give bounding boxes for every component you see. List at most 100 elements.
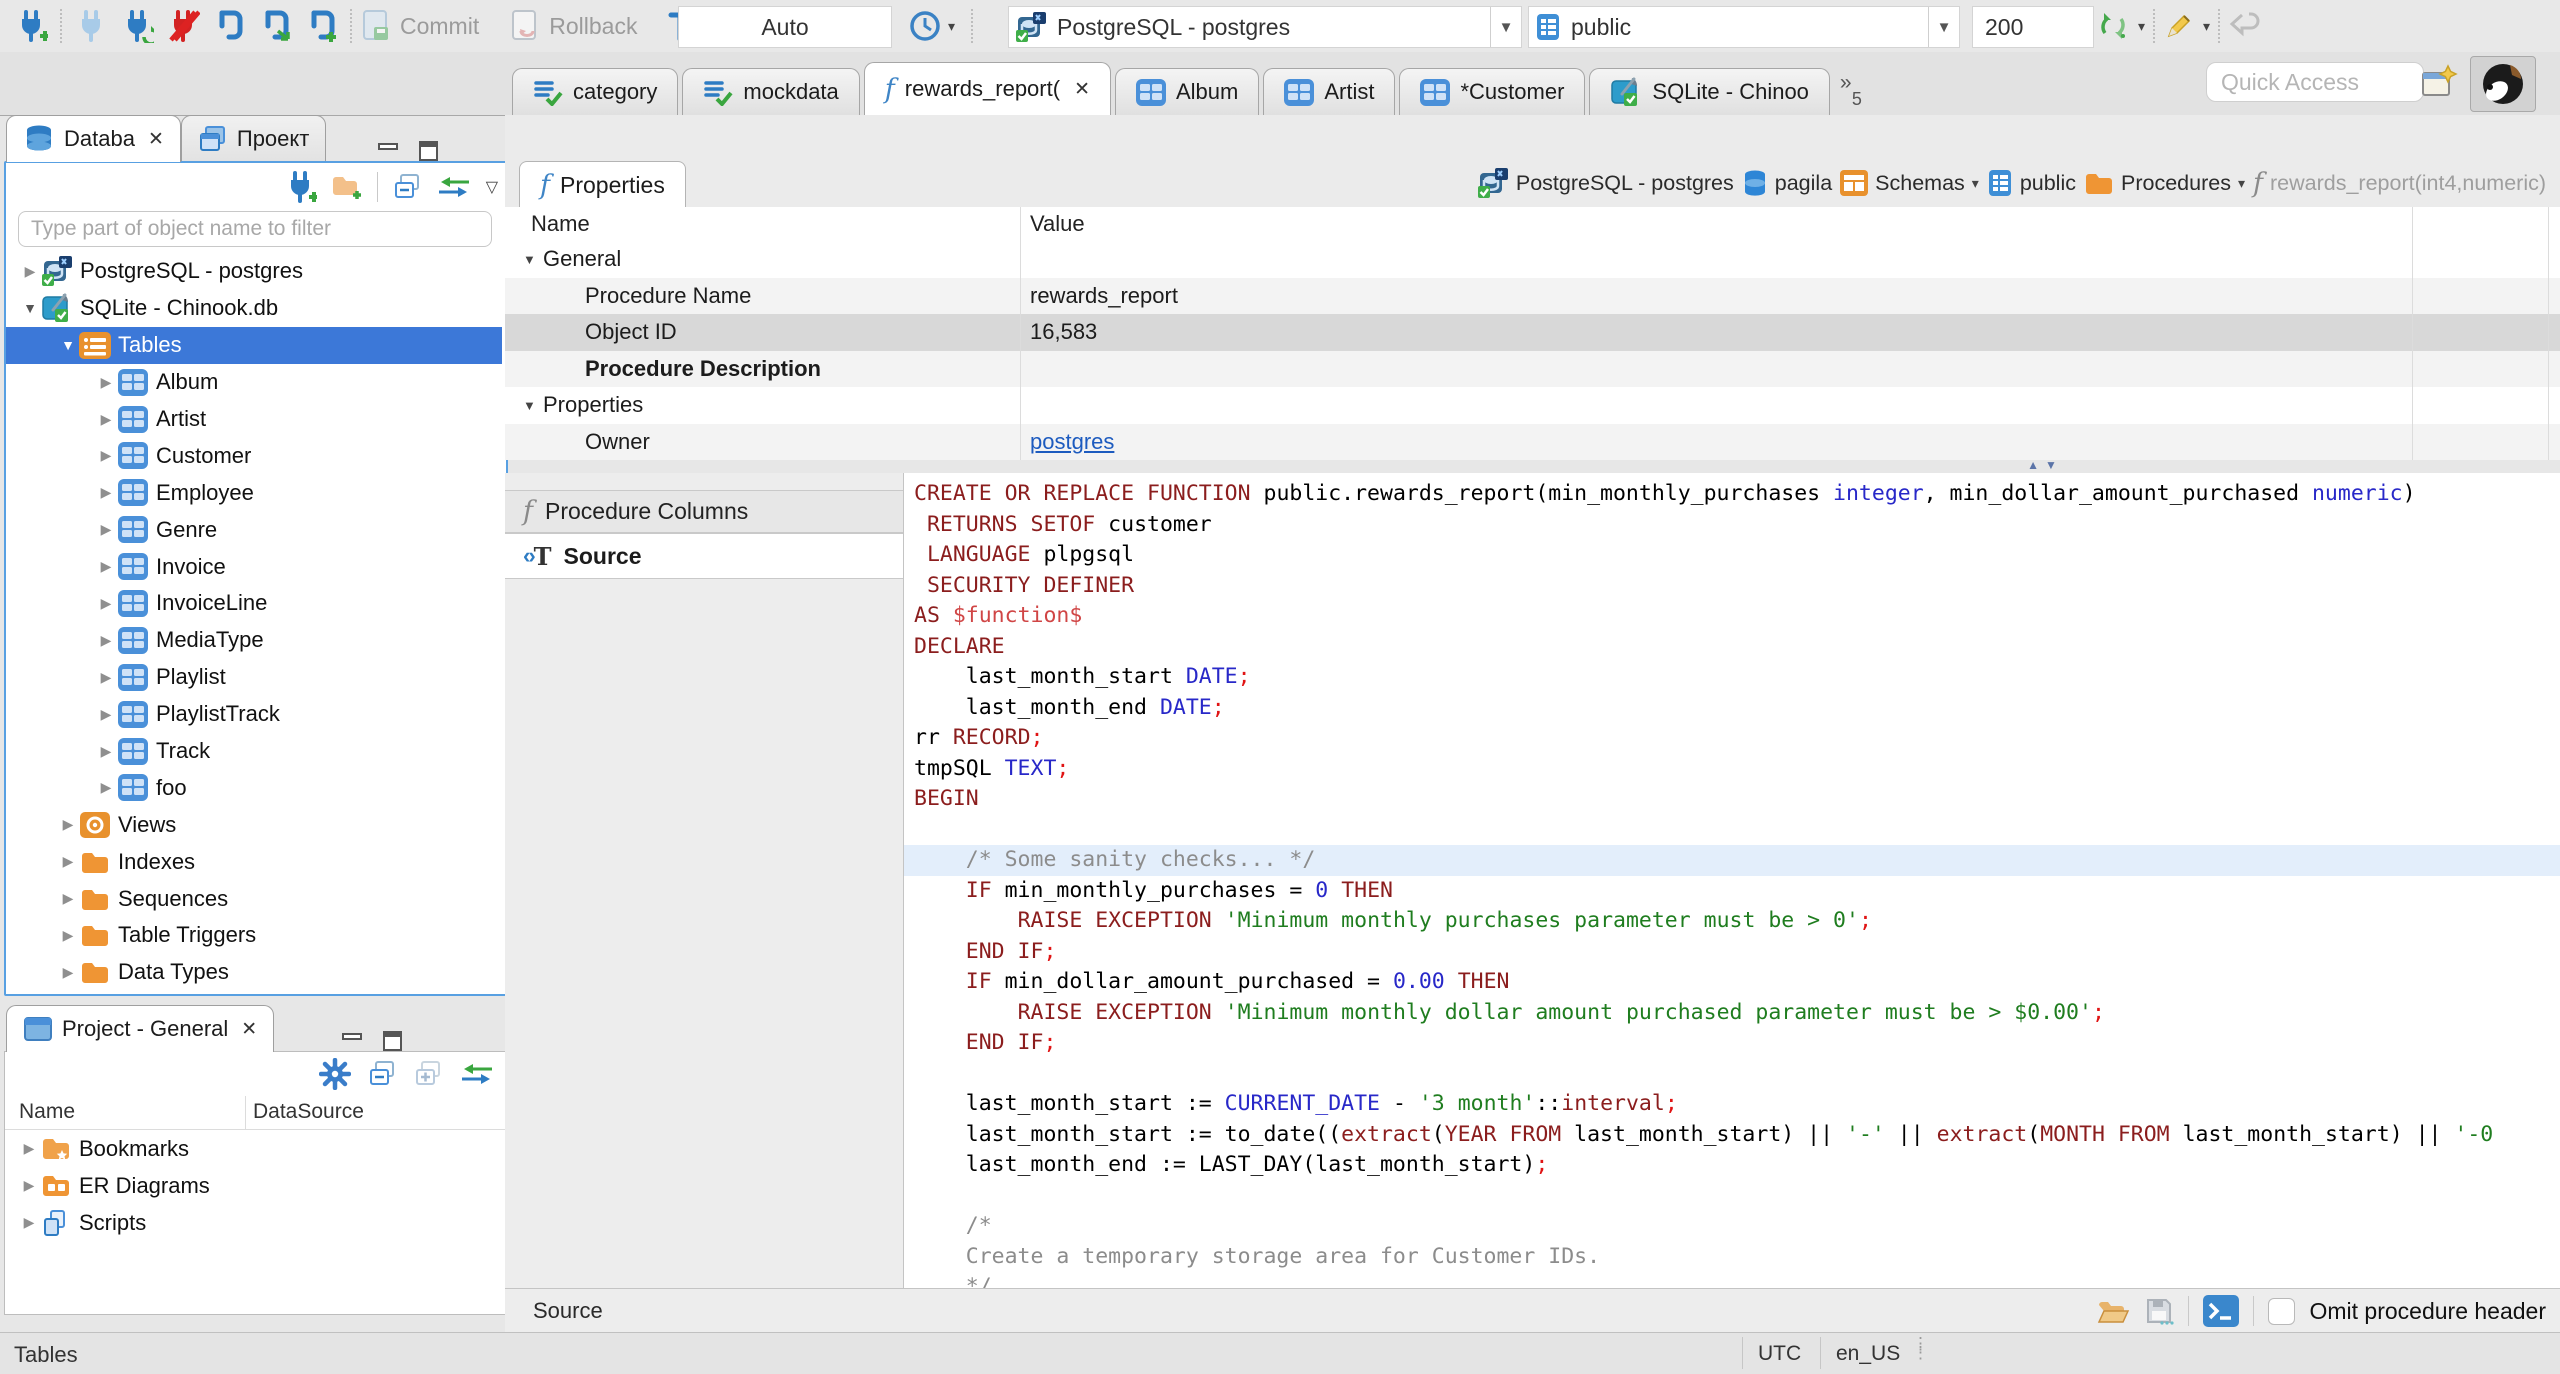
editor-tab-mockdata[interactable]: mockdata [682, 68, 860, 115]
tree-item-playlisttrack[interactable]: ▶ PlaylistTrack [6, 696, 502, 733]
maximize-icon[interactable] [416, 140, 442, 162]
autocommit-combo[interactable]: Auto [678, 6, 892, 48]
tab-properties[interactable]: f Properties [519, 161, 686, 208]
new-sql-editor-icon[interactable] [258, 9, 292, 43]
edit-mode-icon[interactable] [2163, 10, 2195, 42]
transaction-history-icon[interactable] [908, 9, 942, 43]
reconnect-icon[interactable] [120, 9, 154, 43]
schema-dropdown-icon[interactable]: ▼ [1928, 7, 1959, 47]
expand-arrow-icon[interactable]: ▶ [96, 743, 116, 760]
collapse-all-icon[interactable] [367, 1059, 397, 1089]
history-dropdown-icon[interactable]: ▾ [948, 18, 955, 35]
auto-refresh-icon[interactable] [2096, 9, 2130, 43]
fetch-size-input[interactable]: 200 [1972, 6, 2094, 48]
sash-collapse-icon[interactable]: ▲▼ [2015, 458, 2075, 474]
open-sql-console-icon[interactable] [304, 9, 338, 43]
expand-arrow-icon[interactable]: ▶ [96, 484, 116, 501]
connection-dropdown-icon[interactable]: ▼ [1490, 7, 1521, 47]
tree-item-indexes[interactable]: ▶ Indexes [6, 843, 502, 880]
property-row-object-id[interactable]: Object ID 16,583 [505, 314, 2560, 351]
chevron-down-icon[interactable]: ▾ [2238, 175, 2245, 192]
expand-arrow-icon[interactable]: ▶ [96, 595, 116, 612]
omit-procedure-header-checkbox[interactable] [2268, 1297, 2296, 1325]
tree-item-views[interactable]: ▶ Views [6, 806, 502, 843]
grid-column-divider[interactable] [1020, 207, 1021, 460]
breadcrumb-postgresql---postgres[interactable]: PostgreSQL - postgres [1477, 167, 1734, 199]
expand-arrow-icon[interactable]: ▶ [96, 447, 116, 464]
tree-item-foo[interactable]: ▶ foo [6, 769, 502, 806]
expand-arrow-icon[interactable]: ▶ [58, 964, 78, 981]
connection-combo[interactable]: PostgreSQL - postgres ▼ [1008, 6, 1522, 48]
schema-combo[interactable]: public ▼ [1528, 6, 1960, 48]
minimize-icon[interactable] [376, 140, 402, 162]
sql-editor-icon[interactable] [212, 9, 246, 43]
tree-item-artist[interactable]: ▶ Artist [6, 401, 502, 438]
connect-icon[interactable] [74, 9, 108, 43]
expand-arrow-icon[interactable]: ▶ [96, 779, 116, 796]
tree-item-invoiceline[interactable]: ▶ InvoiceLine [6, 585, 502, 622]
editor-tab-category[interactable]: category [512, 68, 679, 115]
property-value[interactable]: postgres [1030, 429, 1114, 455]
column-datasource[interactable]: DataSource [253, 1100, 364, 1124]
edit-dropdown-icon[interactable]: ▾ [2203, 18, 2210, 35]
project-item-scripts[interactable]: ▶ Scripts [5, 1204, 505, 1241]
tree-item-tables[interactable]: ▼ Tables [6, 326, 502, 364]
tree-item-table-triggers[interactable]: ▶ Table Triggers [6, 917, 502, 954]
new-connection-icon[interactable] [283, 170, 317, 204]
expand-arrow-icon[interactable]: ▶ [96, 558, 116, 575]
property-row-general[interactable]: ▼ General [505, 241, 2560, 278]
refresh-dropdown-icon[interactable]: ▾ [2138, 18, 2145, 35]
source-code-editor[interactable]: CREATE OR REPLACE FUNCTION public.reward… [904, 473, 2560, 1288]
quick-access-input[interactable] [2206, 62, 2424, 102]
expand-arrow-icon[interactable]: ▶ [96, 374, 116, 391]
navigate-back-icon[interactable] [2228, 11, 2262, 41]
editor-tab-customer[interactable]: *Customer [1399, 68, 1586, 115]
close-icon[interactable]: ✕ [148, 128, 164, 151]
expand-arrow-icon[interactable]: ▶ [58, 816, 78, 833]
subtab-procedure-columns[interactable]: f Procedure Columns [505, 490, 903, 533]
tree-item-sequences[interactable]: ▶ Sequences [6, 880, 502, 917]
column-divider[interactable] [245, 1096, 246, 1129]
editor-tab-rewardsreport[interactable]: f rewards_report(✕ [863, 62, 1111, 115]
tree-item-data-types[interactable]: ▶ Data Types [6, 954, 502, 989]
tree-item-genre[interactable]: ▶ Genre [6, 511, 502, 548]
expand-arrow-icon[interactable]: ▶ [58, 890, 78, 907]
commit-button[interactable]: Commit [400, 13, 479, 40]
property-row-procedure-name[interactable]: Procedure Name rewards_report [505, 277, 2560, 314]
grid-col-name[interactable]: Name [531, 211, 590, 237]
link-with-editor-icon[interactable] [459, 1061, 495, 1087]
collapse-arrow-icon[interactable]: ▼ [58, 337, 78, 353]
tree-item-sqlite---chinook-db[interactable]: ▼ SQLite - Chinook.db [6, 290, 502, 327]
property-row-procedure-description[interactable]: Procedure Description [505, 350, 2560, 387]
maximize-icon[interactable] [380, 1030, 406, 1052]
rollback-button[interactable]: Rollback [549, 13, 637, 40]
tree-item-album[interactable]: ▶ Album [6, 364, 502, 401]
disconnect-icon[interactable] [166, 9, 200, 43]
minimize-icon[interactable] [340, 1030, 366, 1052]
project-item-er-diagrams[interactable]: ▶ ER Diagrams [5, 1167, 505, 1204]
status-timezone[interactable]: UTC [1758, 1342, 1801, 1366]
expand-arrow-icon[interactable]: ▶ [19, 1214, 39, 1231]
tree-item-customer[interactable]: ▶ Customer [6, 437, 502, 474]
tree-item-postgresql---postgres[interactable]: ▶ PostgreSQL - postgres [6, 253, 502, 290]
load-from-file-icon[interactable] [2096, 1297, 2130, 1325]
collapse-all-icon[interactable] [392, 172, 422, 202]
expand-arrow-icon[interactable]: ▶ [96, 632, 116, 649]
collapse-arrow-icon[interactable]: ▼ [523, 252, 536, 267]
save-to-file-icon[interactable] [2144, 1296, 2175, 1326]
new-folder-icon[interactable] [331, 173, 363, 201]
expand-arrow-icon[interactable]: ▶ [19, 1140, 39, 1157]
column-name[interactable]: Name [19, 1100, 75, 1124]
link-with-editor-icon[interactable] [436, 174, 472, 200]
breadcrumb-public[interactable]: public [1987, 168, 2076, 198]
expand-arrow-icon[interactable]: ▶ [96, 521, 116, 538]
tree-item-track[interactable]: ▶ Track [6, 733, 502, 770]
chevron-down-icon[interactable]: ▾ [1972, 175, 1979, 192]
status-locale[interactable]: en_US [1836, 1342, 1900, 1366]
expand-arrow-icon[interactable]: ▶ [96, 706, 116, 723]
expand-arrow-icon[interactable]: ▶ [58, 853, 78, 870]
expand-arrow-icon[interactable]: ▶ [58, 927, 78, 944]
expand-arrow-icon[interactable]: ▶ [96, 411, 116, 428]
settings-gear-icon[interactable] [319, 1058, 351, 1090]
tree-item-invoice[interactable]: ▶ Invoice [6, 548, 502, 585]
